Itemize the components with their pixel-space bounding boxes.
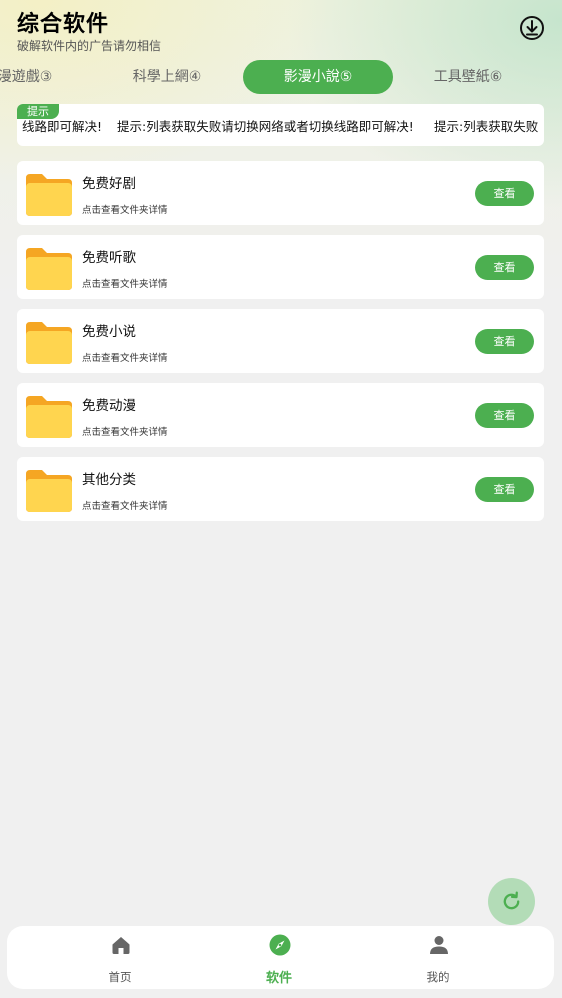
folder-description: 点击查看文件夹详情: [82, 427, 168, 438]
list-item[interactable]: 其他分类 点击查看文件夹详情 查看: [17, 457, 544, 521]
nav-label: 我的: [426, 970, 450, 984]
notice-text: 提示:列表获取失败: [434, 119, 539, 134]
list-item[interactable]: 免费听歌 点击查看文件夹详情 查看: [17, 235, 544, 299]
folder-icon: [26, 396, 72, 438]
view-button[interactable]: 查看: [475, 403, 534, 428]
folder-name: 免费小说: [82, 324, 136, 340]
refresh-button[interactable]: [488, 878, 535, 925]
home-icon: [112, 937, 130, 954]
folder-description: 点击查看文件夹详情: [82, 205, 168, 216]
view-button[interactable]: 查看: [475, 181, 534, 206]
list-item[interactable]: 免费小说 点击查看文件夹详情 查看: [17, 309, 544, 373]
nav-item-home[interactable]: 首页: [60, 926, 180, 989]
folder-name: 免费听歌: [82, 250, 136, 266]
user-icon: [430, 936, 448, 954]
folder-description: 点击查看文件夹详情: [82, 501, 168, 512]
folder-icon: [26, 248, 72, 290]
view-button[interactable]: 查看: [475, 255, 534, 280]
tab-video-novel[interactable]: 影漫小說⑤: [243, 60, 393, 94]
folder-description: 点击查看文件夹详情: [82, 353, 168, 364]
folder-name: 免费好剧: [82, 176, 136, 192]
view-button[interactable]: 查看: [475, 477, 534, 502]
folder-name: 其他分类: [82, 472, 136, 488]
list-item[interactable]: 免费动漫 点击查看文件夹详情 查看: [17, 383, 544, 447]
nav-item-mine[interactable]: 我的: [378, 926, 498, 989]
tab-vpn[interactable]: 科學上網④: [118, 60, 216, 94]
nav-item-software[interactable]: 软件: [219, 926, 339, 989]
notice-bar: 提示 线路即可解决! 提示:列表获取失败请切换网络或者切换线路即可解决! 提示:…: [17, 104, 544, 146]
notice-text: 提示:列表获取失败请切换网络或者切换线路即可解决!: [117, 119, 414, 134]
notice-badge: 提示: [17, 104, 59, 119]
folder-description: 点击查看文件夹详情: [82, 279, 168, 290]
compass-icon: [269, 934, 291, 956]
folder-icon: [26, 174, 72, 216]
nav-label: 首页: [108, 970, 132, 984]
list-item[interactable]: 免费好剧 点击查看文件夹详情 查看: [17, 161, 544, 225]
tab-tools-wallpaper[interactable]: 工具壁紙⑥: [420, 60, 516, 94]
folder-icon: [26, 322, 72, 364]
folder-icon: [26, 470, 72, 512]
tab-games[interactable]: 漫遊戲③: [0, 60, 60, 94]
bottom-nav: 首页 软件 我的: [7, 926, 554, 989]
refresh-icon: [503, 891, 520, 910]
folder-name: 免费动漫: [82, 398, 136, 414]
category-tabs: 漫遊戲③ 科學上網④ 影漫小說⑤ 工具壁紙⑥: [0, 60, 562, 96]
page-title: 综合软件: [17, 12, 110, 37]
page-subtitle: 破解软件内的广告请勿相信: [17, 39, 162, 53]
view-button[interactable]: 查看: [475, 329, 534, 354]
page-header: 综合软件 破解软件内的广告请勿相信: [17, 6, 545, 54]
nav-label: 软件: [265, 971, 292, 986]
download-icon[interactable]: [519, 15, 545, 41]
